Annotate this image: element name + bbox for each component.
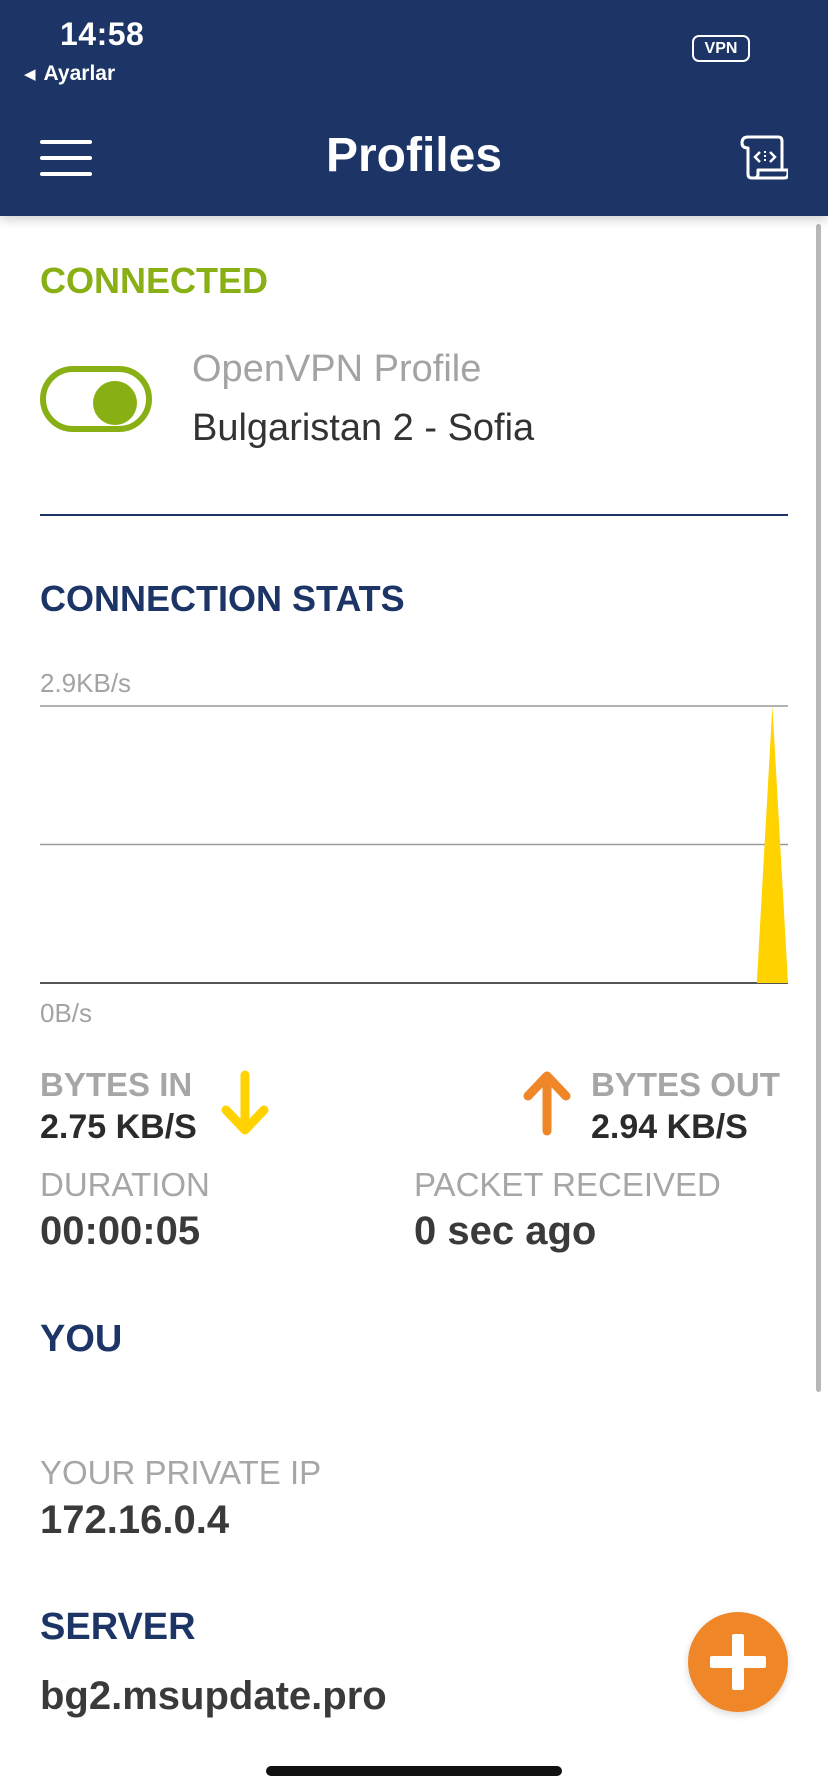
server-heading: SERVER <box>40 1606 196 1648</box>
bytes-in-value: 2.75 KB/S <box>40 1108 197 1146</box>
packet-received-label: PACKET RECEIVED <box>414 1166 721 1203</box>
chart-y-min-label: 0B/s <box>40 998 93 1028</box>
connection-stats-heading: CONNECTION STATS <box>40 578 405 619</box>
toggle-knob <box>93 381 137 425</box>
vpn-status-badge: VPN <box>692 35 750 62</box>
page-title: Profiles <box>325 129 503 182</box>
arrow-down-icon <box>221 1070 269 1135</box>
back-triangle-icon: ◀ <box>24 66 36 83</box>
chart-y-max-label: 2.9KB/s <box>40 668 132 698</box>
import-profile-icon[interactable] <box>738 134 788 180</box>
traffic-chart <box>40 705 788 984</box>
connection-status-heading: CONNECTED <box>40 260 269 301</box>
server-address: bg2.msupdate.pro <box>40 1674 387 1718</box>
home-indicator <box>266 1766 562 1776</box>
back-app-label: Ayarlar <box>43 62 116 85</box>
private-ip-value: 172.16.0.4 <box>40 1498 230 1542</box>
profile-name: Bulgaristan 2 - Sofia <box>192 407 535 449</box>
arrow-up-icon <box>523 1071 571 1136</box>
duration-label: DURATION <box>40 1166 210 1203</box>
bytes-in-label: BYTES IN <box>40 1066 193 1103</box>
you-heading: YOU <box>40 1318 123 1360</box>
profile-type: OpenVPN Profile <box>192 348 482 390</box>
bytes-out-label: BYTES OUT <box>591 1066 780 1103</box>
back-to-app-link[interactable]: ◀ Ayarlar <box>24 62 115 86</box>
private-ip-label: YOUR PRIVATE IP <box>40 1454 322 1491</box>
section-divider <box>40 514 788 516</box>
add-profile-button[interactable] <box>688 1612 788 1712</box>
connection-toggle[interactable] <box>40 366 152 432</box>
app-header: 14:58 ◀ Ayarlar VPN Profiles <box>0 0 828 216</box>
vertical-scrollbar[interactable] <box>816 224 821 1392</box>
status-time: 14:58 <box>60 16 145 52</box>
duration-value: 00:00:05 <box>40 1209 201 1253</box>
packet-received-value: 0 sec ago <box>414 1209 597 1253</box>
bytes-out-value: 2.94 KB/S <box>591 1108 748 1146</box>
